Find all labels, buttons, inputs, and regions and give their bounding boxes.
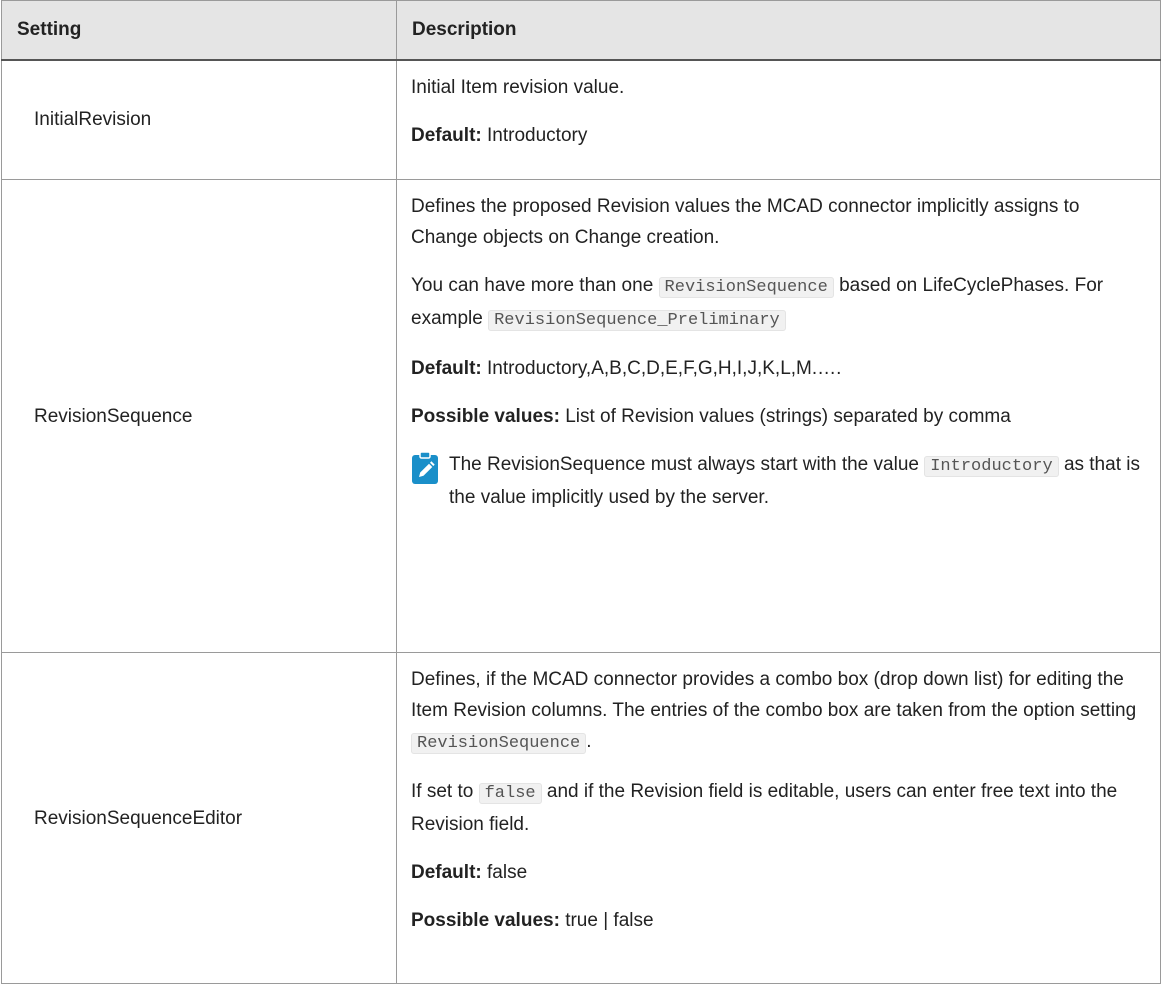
text-run: If set to xyxy=(411,781,474,802)
settings-table: Setting Description InitialRevision Init… xyxy=(1,0,1161,984)
setting-description: Defines the proposed Revision values the… xyxy=(396,179,1161,653)
default-label: Default: xyxy=(411,862,482,883)
default-line: Default: Introductory xyxy=(411,120,1148,151)
text-run: Defines, if the MCAD connector provides … xyxy=(411,669,1137,721)
default-value: Introductory xyxy=(487,124,588,146)
note: The RevisionSequence must always start w… xyxy=(411,449,1148,513)
code-false: false xyxy=(478,783,542,804)
possible-values-value: true | false xyxy=(565,910,654,931)
possible-values-line: Possible values: List of Revision values… xyxy=(411,401,1148,432)
text-run: You can have more than one xyxy=(411,275,654,296)
description-text: If set to false and if the Revision fiel… xyxy=(411,776,1148,840)
table-row: RevisionSequenceEditor Defines, if the M… xyxy=(1,652,1161,984)
setting-name: InitialRevision xyxy=(1,59,397,180)
table-row: RevisionSequence Defines the proposed Re… xyxy=(1,179,1161,653)
table-row: InitialRevision Initial Item revision va… xyxy=(1,59,1161,180)
setting-name: RevisionSequenceEditor xyxy=(1,652,397,984)
possible-values-line: Possible values: true | false xyxy=(411,905,1148,936)
description-text: Defines, if the MCAD connector provides … xyxy=(411,664,1148,759)
default-line: Default: false xyxy=(411,857,1148,888)
description-text: You can have more than one RevisionSeque… xyxy=(411,270,1148,336)
header-description: Description xyxy=(396,0,1161,61)
default-line: Default: Introductory,A,B,C,D,E,F,G,H,I,… xyxy=(411,353,1148,384)
note-text: The RevisionSequence must always start w… xyxy=(449,449,1148,513)
possible-values-label: Possible values: xyxy=(411,910,560,931)
default-label: Default: xyxy=(411,358,482,379)
text-run: . xyxy=(586,731,592,752)
default-value: Introductory,A,B,C,D,E,F,G,H,I,J,K,L,M.…… xyxy=(487,358,842,379)
setting-name: RevisionSequence xyxy=(1,179,397,653)
default-label: Default: xyxy=(411,124,482,146)
setting-description: Defines, if the MCAD connector provides … xyxy=(396,652,1161,984)
text-run: The RevisionSequence must always start w… xyxy=(449,454,919,475)
code-revisionsequence-preliminary: RevisionSequence_Preliminary xyxy=(488,310,786,331)
code-introductory: Introductory xyxy=(924,456,1059,477)
description-text: Initial Item revision value. xyxy=(411,76,625,98)
possible-values-value: List of Revision values (strings) separa… xyxy=(565,406,1011,427)
code-revisionsequence: RevisionSequence xyxy=(658,277,834,298)
code-revisionsequence: RevisionSequence xyxy=(411,733,587,754)
default-value: false xyxy=(487,862,528,883)
header-setting: Setting xyxy=(1,0,397,61)
setting-description: Initial Item revision value. Default: In… xyxy=(396,59,1161,180)
possible-values-label: Possible values: xyxy=(411,406,560,427)
description-text: Defines the proposed Revision values the… xyxy=(411,196,1080,248)
note-pencil-icon xyxy=(412,451,438,484)
header-row: Setting Description xyxy=(1,0,1161,61)
